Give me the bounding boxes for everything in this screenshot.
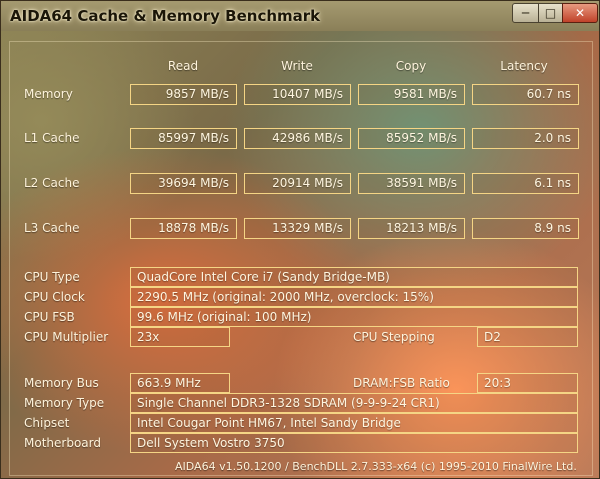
memory-latency-value: 60.7 ns <box>472 84 579 105</box>
close-icon: ✕ <box>574 6 586 20</box>
dram-fsb-ratio-value: 20:3 <box>477 373 578 393</box>
motherboard-label: Motherboard <box>24 436 101 450</box>
close-button[interactable]: ✕ <box>562 3 598 23</box>
chipset-label: Chipset <box>24 416 70 430</box>
column-header-read: Read <box>167 59 199 73</box>
maximize-icon: □ <box>544 6 557 20</box>
memory-bus-value: 663.9 MHz <box>130 373 230 393</box>
cpu-fsb-label: CPU FSB <box>24 310 75 324</box>
l3-copy-value: 18213 MB/s <box>358 218 465 239</box>
memory-copy-value: 9581 MB/s <box>358 84 465 105</box>
memory-type-label: Memory Type <box>24 396 105 410</box>
chipset-value: Intel Cougar Point HM67, Intel Sandy Bri… <box>130 413 578 433</box>
column-header-latency: Latency <box>500 59 548 73</box>
memory-read-value: 9857 MB/s <box>130 84 237 105</box>
l2-latency-value: 6.1 ns <box>472 173 579 194</box>
row-label-l3-cache: L3 Cache <box>24 221 80 235</box>
l1-write-value: 42986 MB/s <box>244 128 351 149</box>
l2-read-value: 39694 MB/s <box>130 173 237 194</box>
minimize-icon: ─ <box>521 6 530 20</box>
l1-copy-value: 85952 MB/s <box>358 128 465 149</box>
cpu-multiplier-label: CPU Multiplier <box>24 330 109 344</box>
l2-write-value: 20914 MB/s <box>244 173 351 194</box>
memory-bus-label: Memory Bus <box>24 376 99 390</box>
dram-fsb-ratio-label: DRAM:FSB Ratio <box>353 376 450 390</box>
l3-read-value: 18878 MB/s <box>130 218 237 239</box>
title-bar[interactable]: AIDA64 Cache & Memory Benchmark ─ □ ✕ <box>1 1 599 31</box>
l3-latency-value: 8.9 ns <box>472 218 579 239</box>
cpu-clock-label: CPU Clock <box>24 290 85 304</box>
l1-latency-value: 2.0 ns <box>472 128 579 149</box>
cpu-multiplier-value: 23x <box>130 327 230 347</box>
motherboard-value: Dell System Vostro 3750 <box>130 433 578 453</box>
memory-type-value: Single Channel DDR3-1328 SDRAM (9-9-9-24… <box>130 393 578 413</box>
maximize-button[interactable]: □ <box>538 3 563 23</box>
window-title: AIDA64 Cache & Memory Benchmark <box>10 7 321 25</box>
l2-copy-value: 38591 MB/s <box>358 173 465 194</box>
cpu-stepping-label: CPU Stepping <box>353 330 435 344</box>
benchmark-window: AIDA64 Cache & Memory Benchmark ─ □ ✕ Re… <box>0 0 600 479</box>
l3-write-value: 13329 MB/s <box>244 218 351 239</box>
l1-read-value: 85997 MB/s <box>130 128 237 149</box>
row-label-l1-cache: L1 Cache <box>24 131 80 145</box>
cpu-type-label: CPU Type <box>24 270 80 284</box>
memory-write-value: 10407 MB/s <box>244 84 351 105</box>
cpu-type-value: QuadCore Intel Core i7 (Sandy Bridge-MB) <box>130 267 578 287</box>
cpu-clock-value: 2290.5 MHz (original: 2000 MHz, overcloc… <box>130 287 578 307</box>
minimize-button[interactable]: ─ <box>512 3 539 23</box>
row-label-memory: Memory <box>24 87 73 101</box>
cpu-stepping-value: D2 <box>477 327 578 347</box>
cpu-fsb-value: 99.6 MHz (original: 100 MHz) <box>130 307 578 327</box>
column-header-write: Write <box>281 59 313 73</box>
version-footer: AIDA64 v1.50.1200 / BenchDLL 2.7.333-x64… <box>175 460 577 473</box>
row-label-l2-cache: L2 Cache <box>24 176 80 190</box>
column-header-copy: Copy <box>395 59 427 73</box>
